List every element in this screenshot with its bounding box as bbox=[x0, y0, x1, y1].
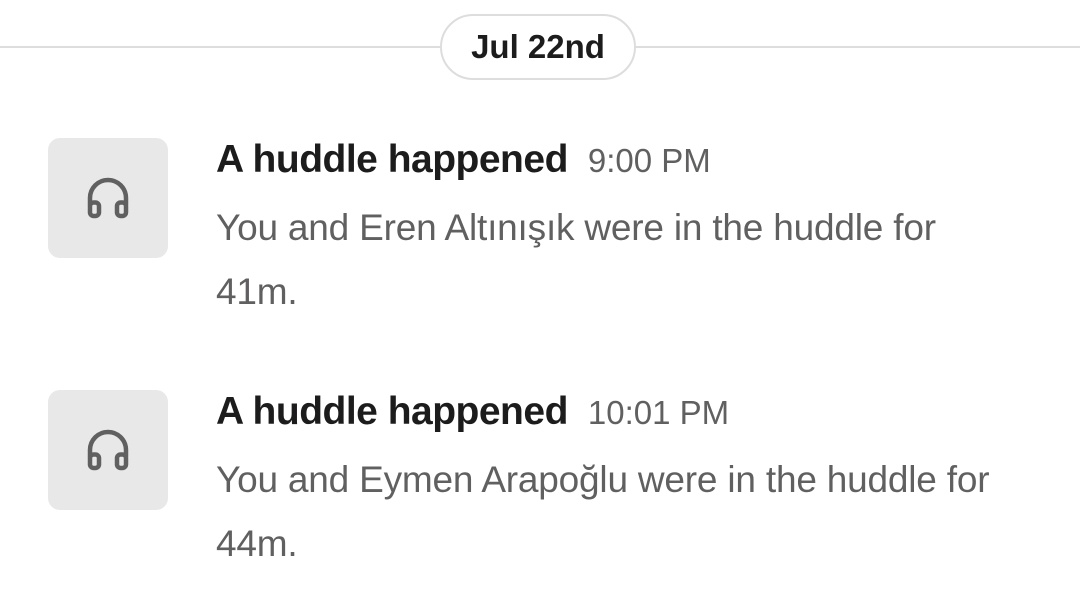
date-jump-button[interactable]: Jul 22nd bbox=[440, 14, 636, 80]
date-divider: Jul 22nd bbox=[0, 0, 1080, 96]
message-title[interactable]: A huddle happened bbox=[216, 390, 568, 433]
message-timestamp[interactable]: 9:00 PM bbox=[588, 142, 711, 179]
message-body: You and Eymen Arapoğlu were in the huddl… bbox=[216, 459, 990, 564]
message-timestamp[interactable]: 10:01 PM bbox=[588, 394, 729, 431]
huddle-message: A huddle happened 10:01 PM You and Eymen … bbox=[0, 390, 1080, 589]
huddle-avatar bbox=[48, 390, 168, 510]
message-header: A huddle happened 10:01 PM bbox=[216, 390, 729, 434]
message-title[interactable]: A huddle happened bbox=[216, 138, 568, 181]
huddle-avatar bbox=[48, 138, 168, 258]
message-body: You and Eren Altınışık were in the huddl… bbox=[216, 207, 936, 312]
message-header: A huddle happened 9:00 PM bbox=[216, 138, 711, 182]
headphones-icon bbox=[87, 177, 129, 219]
headphones-icon bbox=[87, 429, 129, 471]
huddle-message: A huddle happened 9:00 PM You and Eren Al… bbox=[0, 138, 1080, 338]
